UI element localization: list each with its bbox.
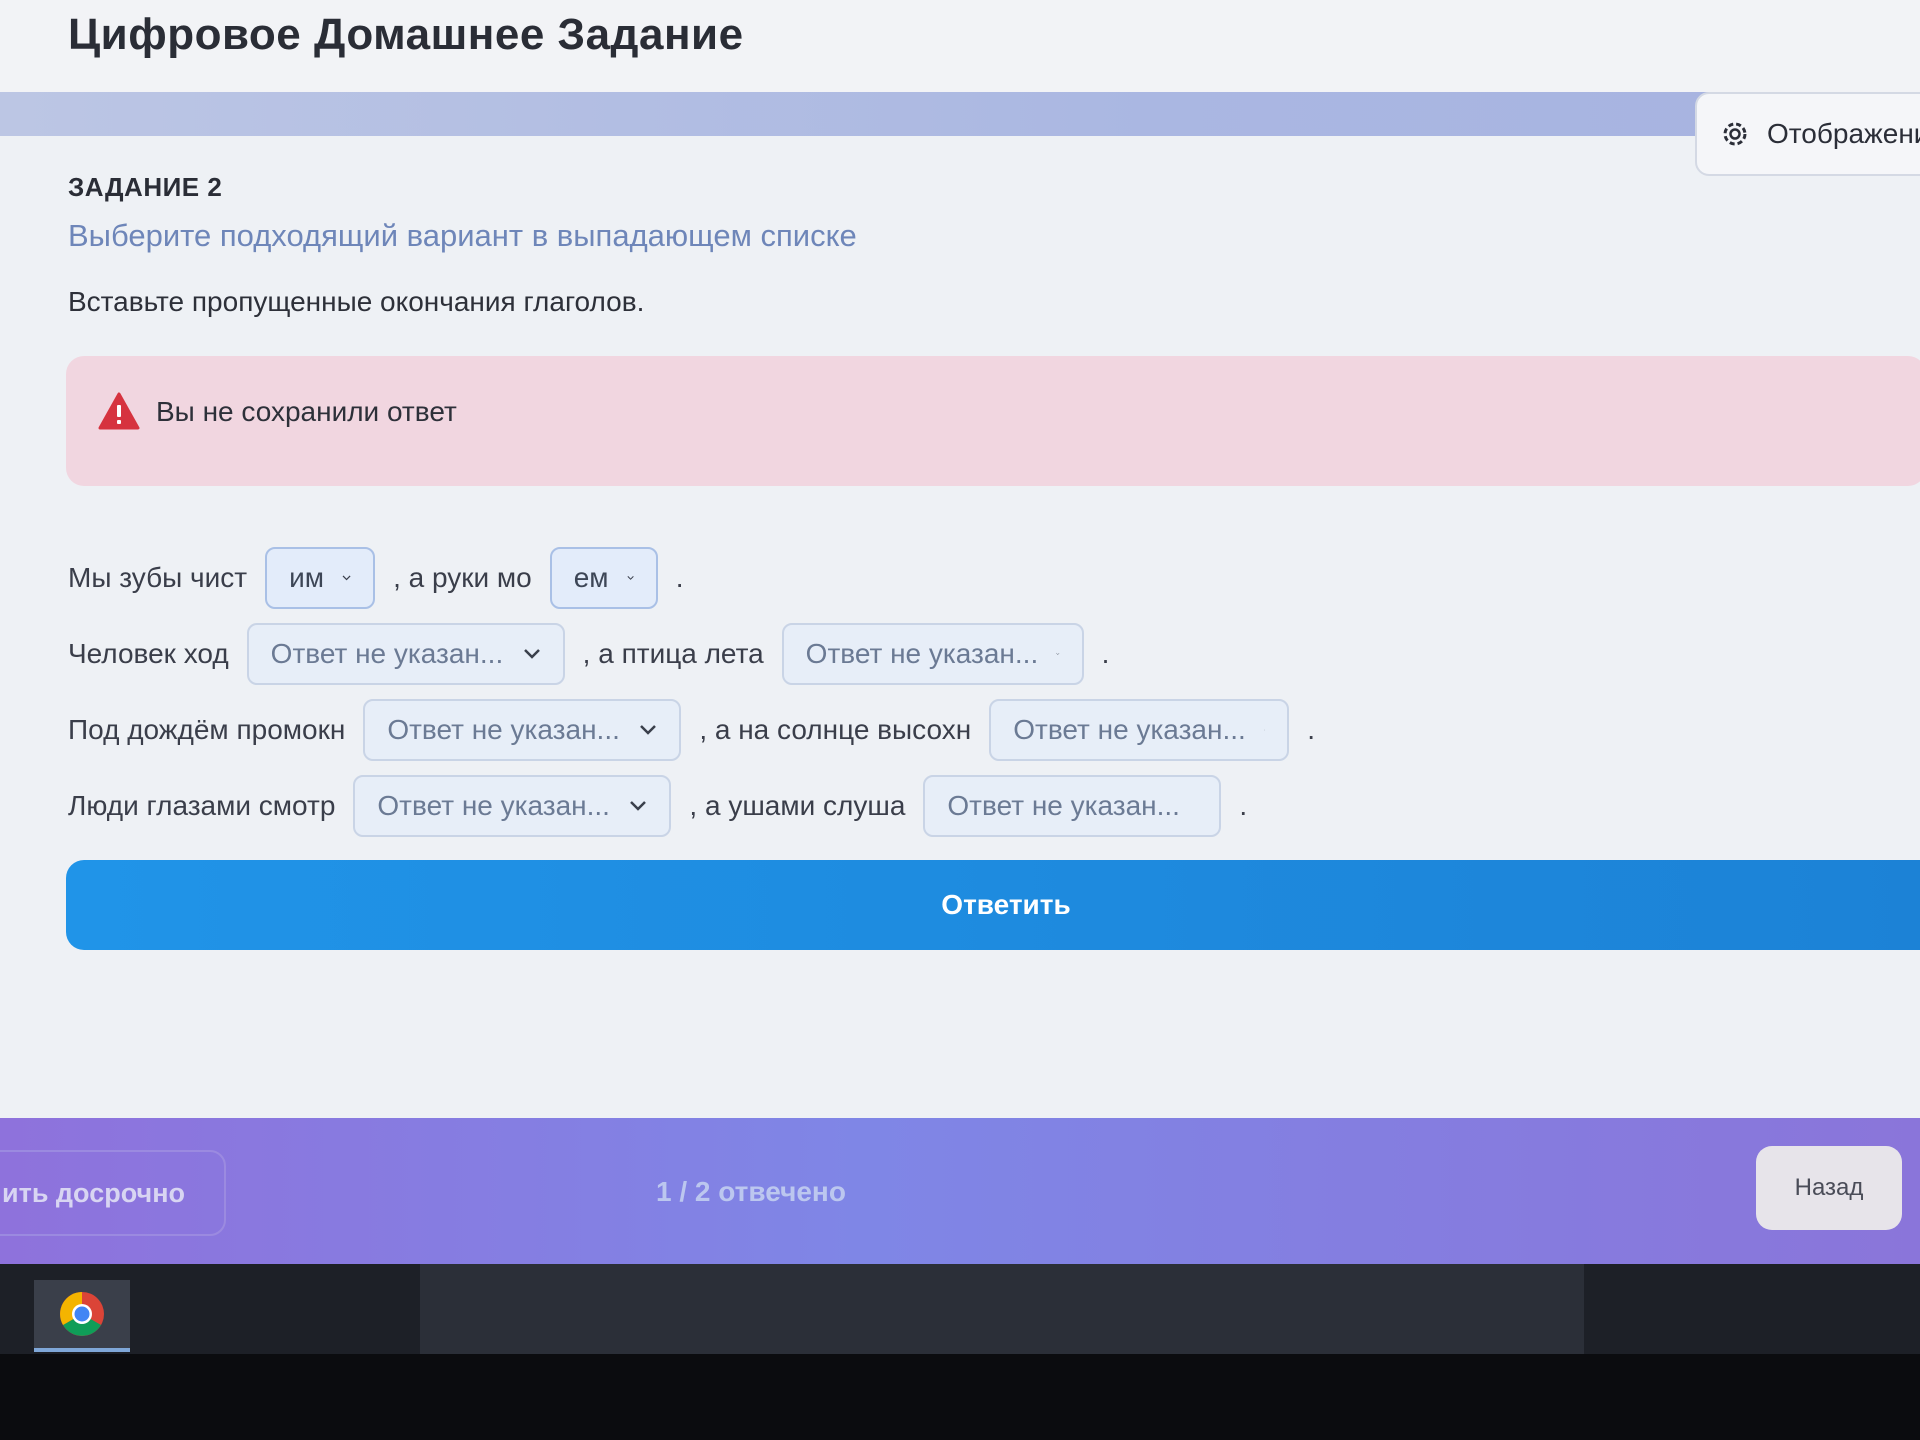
- display-settings-button[interactable]: Отображение: [1695, 92, 1920, 176]
- sentence-part: , а руки мо: [393, 562, 532, 593]
- screen: Цифровое Домашнее Задание ЗАДАНИЕ 2 Выбе…: [0, 0, 1920, 1440]
- ending-select[interactable]: им: [265, 547, 376, 609]
- sentence-part: Люди глазами смотр: [68, 790, 336, 821]
- sentence-end: .: [1101, 638, 1110, 669]
- ending-select[interactable]: Ответ не указан...: [923, 775, 1222, 837]
- taskbar-app-button[interactable]: [34, 1280, 130, 1352]
- submit-answer-button[interactable]: Ответить: [66, 860, 1920, 950]
- sentence-row: Мы зубы чист им , а руки мо ем .: [68, 546, 684, 610]
- select-value: им: [289, 562, 324, 593]
- display-settings-label: Отображение: [1767, 118, 1920, 149]
- select-placeholder: Ответ не указан...: [947, 790, 1180, 821]
- select-placeholder: Ответ не указан...: [805, 638, 1039, 669]
- gear-icon: [1723, 122, 1747, 146]
- sentence-end: .: [675, 562, 684, 593]
- sentence-part: Мы зубы чист: [68, 562, 248, 593]
- app-header: Цифровое Домашнее Задание: [0, 0, 1920, 100]
- header-stripe: [0, 92, 1920, 136]
- chevron-down-icon: [640, 725, 657, 735]
- sentence-end: .: [1307, 714, 1315, 745]
- sentence-part: , а птица лета: [582, 638, 764, 669]
- back-label: Назад: [1794, 1174, 1864, 1201]
- ending-select[interactable]: Ответ не указан...: [246, 623, 565, 685]
- ending-select[interactable]: Ответ не указан...: [363, 699, 682, 761]
- sentence-part: , а ушами слуша: [689, 790, 906, 821]
- task-type: Выберите подходящий вариант в выпадающем…: [68, 218, 857, 253]
- task-content: ЗАДАНИЕ 2 Выберите подходящий вариант в …: [0, 136, 1920, 1118]
- sentence-row: Под дождём промокн Ответ не указан... , …: [68, 698, 1315, 762]
- select-placeholder: Ответ не указан...: [1013, 714, 1246, 745]
- alert-text: Вы не сохранили ответ: [156, 396, 457, 427]
- finish-early-label: ить досрочно: [2, 1177, 186, 1208]
- sentence-end: .: [1239, 790, 1248, 821]
- chevron-down-icon: [627, 576, 634, 580]
- chevron-down-icon: [1056, 653, 1060, 655]
- monitor-bezel: [0, 1354, 1920, 1440]
- back-button[interactable]: Назад: [1756, 1146, 1902, 1230]
- app-title: Цифровое Домашнее Задание: [68, 10, 744, 59]
- select-placeholder: Ответ не указан...: [387, 714, 620, 745]
- unsaved-alert: Вы не сохранили ответ: [66, 356, 1920, 486]
- progress-text: 1 / 2 отвечено: [656, 1176, 846, 1207]
- chevron-down-icon: [630, 801, 647, 811]
- ending-select[interactable]: Ответ не указан...: [989, 699, 1290, 761]
- select-placeholder: Ответ не указан...: [377, 790, 610, 821]
- warning-icon: [98, 392, 140, 430]
- finish-early-button[interactable]: ить досрочно: [0, 1150, 226, 1236]
- task-number: ЗАДАНИЕ 2: [68, 172, 223, 202]
- task-instruction: Вставьте пропущенные окончания глаголов.: [68, 286, 645, 317]
- sentence-part: , а на солнце высохн: [699, 714, 972, 745]
- sentence-row: Человек ход Ответ не указан... , а птица…: [68, 622, 1109, 686]
- taskbar-region: [420, 1264, 1584, 1354]
- chrome-icon: [60, 1292, 104, 1336]
- sentence-part: Под дождём промокн: [68, 714, 346, 745]
- sentence-row: Люди глазами смотр Ответ не указан... , …: [68, 774, 1247, 838]
- footer-bar: ить досрочно 1 / 2 отвечено Назад: [0, 1118, 1920, 1264]
- select-placeholder: Ответ не указан...: [270, 638, 504, 669]
- ending-select[interactable]: Ответ не указан...: [781, 623, 1084, 685]
- ending-select[interactable]: Ответ не указан...: [353, 775, 672, 837]
- chevron-down-icon: [523, 649, 540, 659]
- select-value: ем: [573, 562, 609, 593]
- sentence-part: Человек ход: [68, 638, 229, 669]
- ending-select[interactable]: ем: [549, 547, 658, 609]
- chevron-down-icon: [342, 575, 351, 581]
- submit-answer-label: Ответить: [941, 889, 1071, 920]
- chevron-down-icon: [1263, 729, 1266, 731]
- taskbar: [0, 1264, 1920, 1354]
